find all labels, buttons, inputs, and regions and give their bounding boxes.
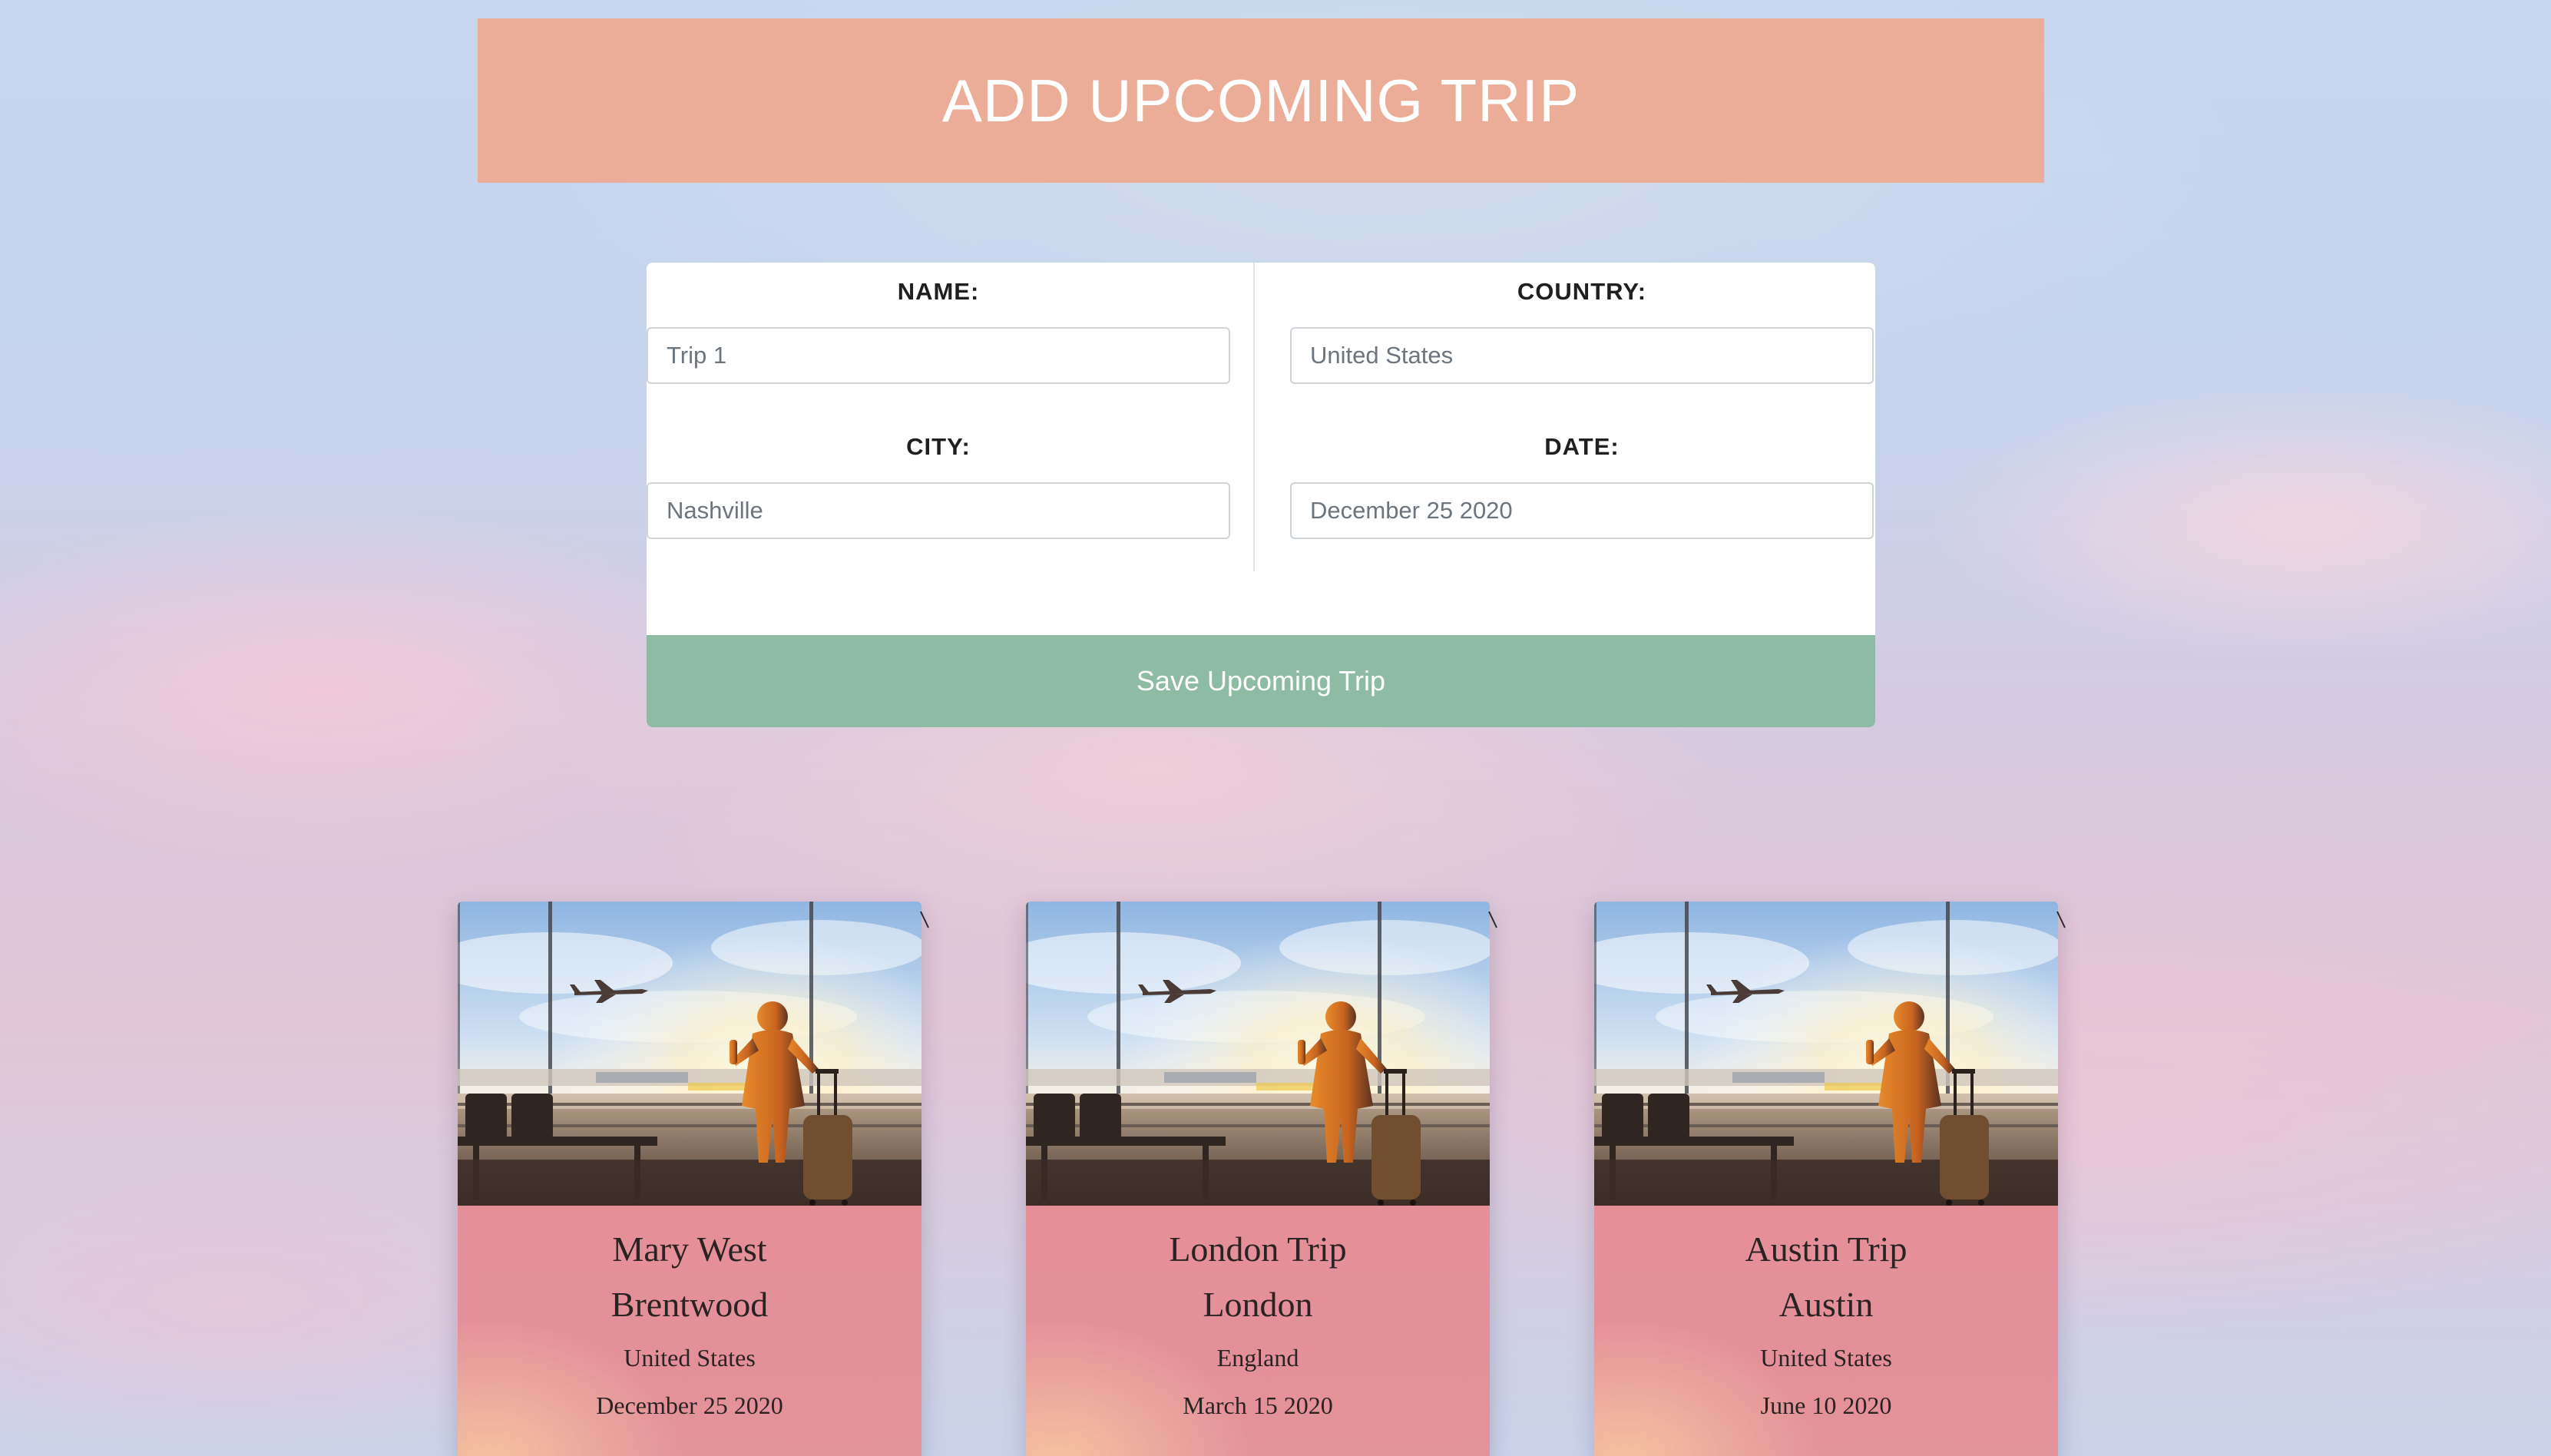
form-divider [1253,263,1255,571]
city-input[interactable] [647,482,1230,539]
trip-date: December 25 2020 [596,1391,783,1419]
trip-city: Brentwood [610,1285,769,1324]
trip-card-body: London Trip London England March 15 2020 [1026,1206,1490,1456]
page-title: ADD UPCOMING TRIP [941,66,1580,134]
page-header: ADD UPCOMING TRIP [478,18,2044,183]
trip-name: London Trip [1169,1229,1347,1269]
city-label: CITY: [906,433,971,460]
trip-country: United States [1760,1344,1892,1372]
trip-name: Austin Trip [1745,1229,1907,1269]
city-field-group: CITY: [647,433,1230,541]
trip-country: United States [624,1344,756,1372]
country-input[interactable] [1290,327,1874,384]
trip-card-body: Austin Trip Austin United States June 10… [1594,1206,2058,1456]
country-label: COUNTRY: [1517,278,1647,305]
name-label: NAME: [897,278,980,305]
trip-date: March 15 2020 [1183,1391,1333,1419]
country-field-group: COUNTRY: [1290,278,1874,386]
date-label: DATE: [1544,433,1620,460]
card-corner-mark [1488,911,1497,928]
airport-traveler-photo [458,902,921,1206]
card-corner-mark [2056,911,2066,928]
trip-card: London Trip London England March 15 2020 [1026,902,1490,1456]
card-corner-mark [920,911,929,928]
date-field-group: DATE: [1290,433,1874,541]
name-input[interactable] [647,327,1230,384]
airport-traveler-photo [1594,902,2058,1206]
trip-card: Mary West Brentwood United States Decemb… [458,902,921,1456]
trip-country: England [1216,1344,1299,1372]
trip-card-body: Mary West Brentwood United States Decemb… [458,1206,921,1456]
trip-city: London [1203,1285,1313,1324]
trip-name: Mary West [612,1229,767,1269]
name-field-group: NAME: [647,278,1230,386]
date-input[interactable] [1290,482,1874,539]
trip-date: June 10 2020 [1760,1391,1892,1419]
add-trip-form: NAME: COUNTRY: CITY: DATE: Save Upcoming… [647,263,1875,727]
save-upcoming-trip-button[interactable]: Save Upcoming Trip [647,635,1875,727]
airport-traveler-photo [1026,902,1490,1206]
trip-city: Austin [1778,1285,1874,1324]
trip-card: Austin Trip Austin United States June 10… [1594,902,2058,1456]
